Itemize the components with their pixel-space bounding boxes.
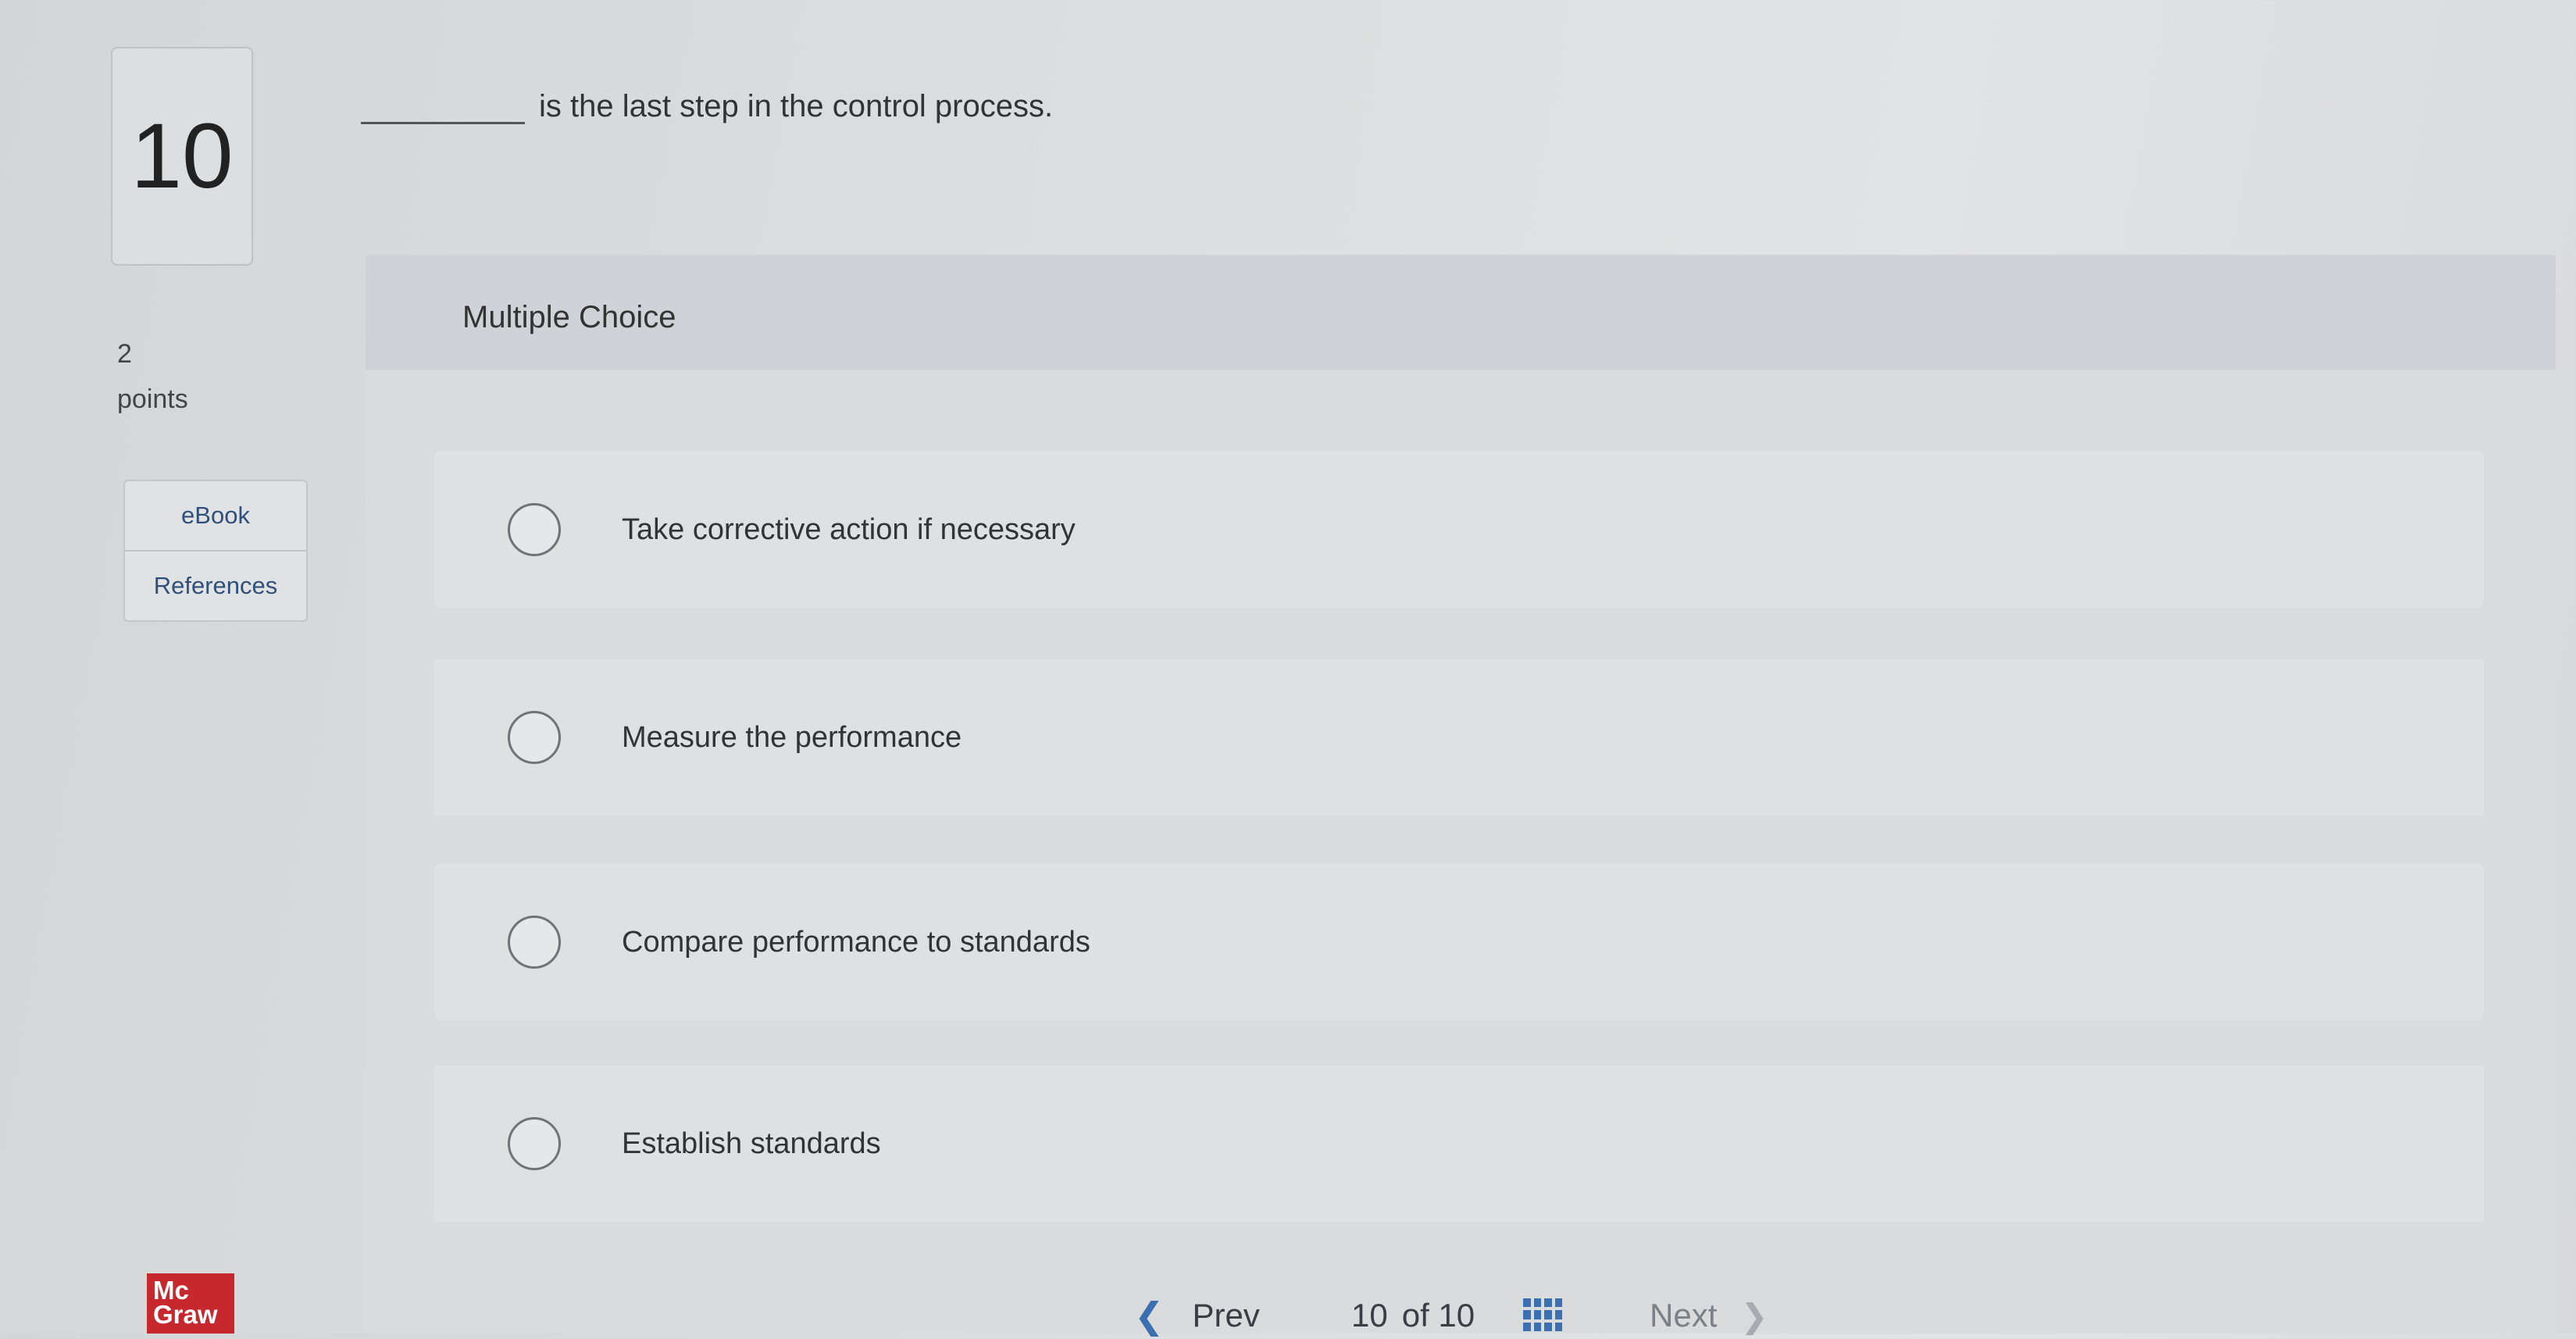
chevron-left-icon: ❮ [1134,1295,1165,1336]
chevron-right-icon: ❯ [1740,1297,1768,1334]
page-total-label: of 10 [1401,1297,1475,1334]
page-counter: 10 of 10 [1351,1292,1475,1339]
logo-line-1: Mc [153,1276,189,1305]
radio-button-2[interactable] [508,711,561,764]
ebook-tab[interactable]: eBook [125,481,306,550]
choice-option-4[interactable]: Establish standards [434,1066,2484,1222]
question-prompt: is the last step in the control process. [361,86,1053,124]
answer-panel: Multiple Choice Take corrective action i… [366,255,2556,1334]
choice-label-2: Measure the performance [622,720,962,754]
choice-label-4: Establish standards [622,1127,881,1160]
answer-blank [361,86,525,124]
prev-button[interactable]: ❮ Prev [1134,1292,1260,1339]
mcgraw-hill-logo: Mc Graw [147,1273,234,1334]
prev-label: Prev [1192,1297,1260,1334]
next-label: Next [1650,1297,1718,1334]
choice-label-3: Compare performance to standards [622,925,1090,959]
points-label: points [117,384,188,414]
choice-option-2[interactable]: Measure the performance [434,659,2484,816]
points-indicator: 2 points [117,331,188,422]
choice-option-1[interactable]: Take corrective action if necessary [434,452,2484,608]
radio-button-1[interactable] [508,503,561,556]
choice-option-3[interactable]: Compare performance to standards [434,864,2484,1020]
next-button[interactable]: Next ❯ [1650,1292,1768,1339]
current-page-number: 10 [1351,1297,1388,1334]
choice-label-1: Take corrective action if necessary [622,512,1076,546]
question-type-label: Multiple Choice [462,300,676,334]
references-tab[interactable]: References [125,550,306,620]
question-number: 10 [111,47,253,266]
radio-button-4[interactable] [508,1117,561,1170]
resource-tabs: eBook References [123,480,308,622]
logo-line-2: Graw [153,1300,218,1329]
points-value: 2 [117,339,132,369]
radio-button-3[interactable] [508,916,561,969]
question-text: is the last step in the control process. [539,89,1054,123]
grid-icon[interactable] [1523,1298,1562,1331]
